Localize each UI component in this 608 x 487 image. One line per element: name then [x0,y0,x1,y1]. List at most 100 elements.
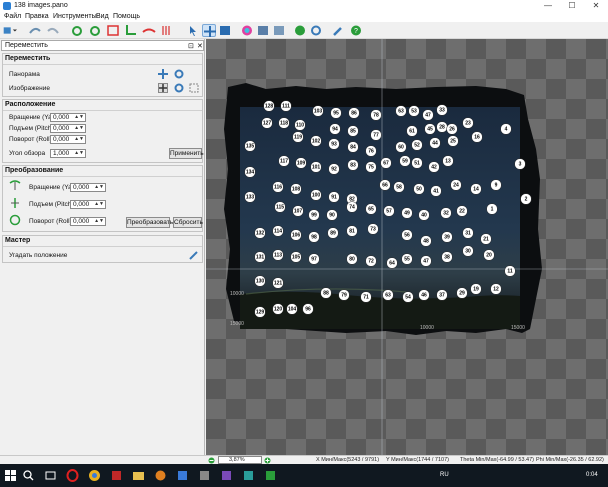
folder-icon[interactable] [132,469,145,482]
control-point[interactable]: 40 [418,209,430,221]
control-point[interactable]: 102 [310,135,322,147]
control-point[interactable]: 48 [420,235,432,247]
panorama-canvas[interactable]: 10000 15000 10000 15000 128 111103 95 86 786… [206,39,608,455]
apply-button[interactable]: Применить [169,148,204,159]
color-wheel-icon[interactable] [240,24,254,37]
transform-roll-input[interactable]: 0,000 ▲▼ [70,217,106,226]
control-point[interactable]: 90 [326,209,338,221]
control-point[interactable]: 9 [490,179,502,191]
control-point[interactable]: 46 [418,289,430,301]
app-red-icon[interactable] [110,469,123,482]
control-point[interactable]: 86 [348,107,360,119]
control-point[interactable]: 94 [329,123,341,135]
minimize-button[interactable]: — [536,0,560,12]
control-point[interactable]: 98 [308,231,320,243]
open-icon[interactable] [28,24,42,37]
control-point[interactable]: 38 [441,251,453,263]
zoom-out-icon[interactable] [208,457,215,464]
horizon-icon[interactable] [160,24,174,37]
rotate-right-icon[interactable] [88,24,102,37]
menu-help[interactable]: Помощь [113,13,140,20]
control-point[interactable]: 121 [272,277,284,289]
control-point[interactable]: 53 [408,105,420,117]
control-point[interactable]: 109 [295,157,307,169]
control-point[interactable]: 33 [436,104,448,116]
settings-icon[interactable] [293,24,307,37]
control-point[interactable]: 47 [420,255,432,267]
control-point[interactable]: 51 [411,157,423,169]
control-point[interactable]: 1 [486,203,498,215]
control-point[interactable]: 73 [367,223,379,235]
control-point[interactable]: 107 [292,205,304,217]
control-point[interactable]: 100 [310,189,322,201]
crop-icon[interactable] [124,24,138,37]
control-point[interactable]: 75 [365,161,377,173]
language-indicator[interactable]: RU [440,472,449,478]
menu-edit[interactable]: Правка [25,13,49,20]
control-point[interactable]: 78 [370,109,382,121]
control-point[interactable]: 57 [383,205,395,217]
control-point[interactable]: 91 [328,191,340,203]
control-point[interactable]: 37 [436,289,448,301]
control-point[interactable]: 20 [483,249,495,261]
control-point[interactable]: 108 [290,183,302,195]
control-point[interactable]: 120 [272,303,284,315]
control-point[interactable]: 31 [462,227,474,239]
control-point[interactable]: 39 [441,231,453,243]
gear-icon[interactable] [309,24,323,37]
transform-pitch-input[interactable]: 0,000 ▲▼ [70,200,106,209]
control-point[interactable]: 32 [440,207,452,219]
control-point[interactable]: 106 [290,229,302,241]
chrome-icon[interactable] [88,469,101,482]
control-point[interactable]: 64 [386,257,398,269]
control-point[interactable]: 96 [302,303,314,315]
control-point[interactable]: 81 [346,225,358,237]
control-point[interactable]: 67 [380,157,392,169]
control-point[interactable]: 63 [395,105,407,117]
control-point[interactable]: 93 [328,138,340,150]
control-point[interactable]: 128 [263,100,275,112]
close-button[interactable]: ✕ [584,0,608,12]
control-point[interactable]: 92 [328,163,340,175]
control-point[interactable]: 79 [338,289,350,301]
position-roll-input[interactable]: 0,000 ▲▼ [50,135,86,144]
image-rotate-icon[interactable] [174,83,184,93]
search-icon[interactable] [22,469,35,482]
control-point[interactable]: 77 [370,129,382,141]
menu-tools[interactable]: Инструменты [53,13,97,20]
control-point[interactable]: 84 [347,141,359,153]
control-point[interactable]: 127 [261,117,273,129]
control-point[interactable]: 24 [450,179,462,191]
app-purple-icon[interactable] [220,469,233,482]
control-point[interactable]: 76 [365,145,377,157]
control-point[interactable]: 61 [406,125,418,137]
app-gray-icon[interactable] [198,469,211,482]
control-point[interactable]: 26 [446,123,458,135]
app-blue-icon[interactable] [176,469,189,482]
control-point[interactable]: 52 [411,139,423,151]
transform-button[interactable]: Преобразовать [126,217,173,228]
control-point[interactable]: 2 [520,193,532,205]
control-point[interactable]: 25 [447,135,459,147]
image-move-icon[interactable] [158,83,168,93]
control-point[interactable]: 83 [347,159,359,171]
control-point[interactable]: 129 [254,306,266,318]
control-point[interactable]: 88 [320,287,332,299]
control-point[interactable]: 113 [272,249,284,261]
control-point[interactable]: 49 [401,207,413,219]
control-point[interactable]: 116 [272,181,284,193]
close-panel-icon[interactable]: ✕ [197,42,203,50]
redo-icon[interactable] [46,24,60,37]
app-teal-icon[interactable] [242,469,255,482]
control-point[interactable]: 23 [462,117,474,129]
position-yaw-input[interactable]: 0,000 ▲▼ [50,113,86,122]
control-point[interactable]: 135 [244,140,256,152]
control-point[interactable]: 131 [254,251,266,263]
control-point[interactable]: 59 [399,155,411,167]
control-point[interactable]: 97 [308,253,320,265]
control-point[interactable]: 55 [401,253,413,265]
rotate-left-icon[interactable] [70,24,84,37]
control-point[interactable]: 103 [312,105,324,117]
control-point[interactable]: 56 [401,229,413,241]
control-point[interactable]: 119 [292,131,304,143]
